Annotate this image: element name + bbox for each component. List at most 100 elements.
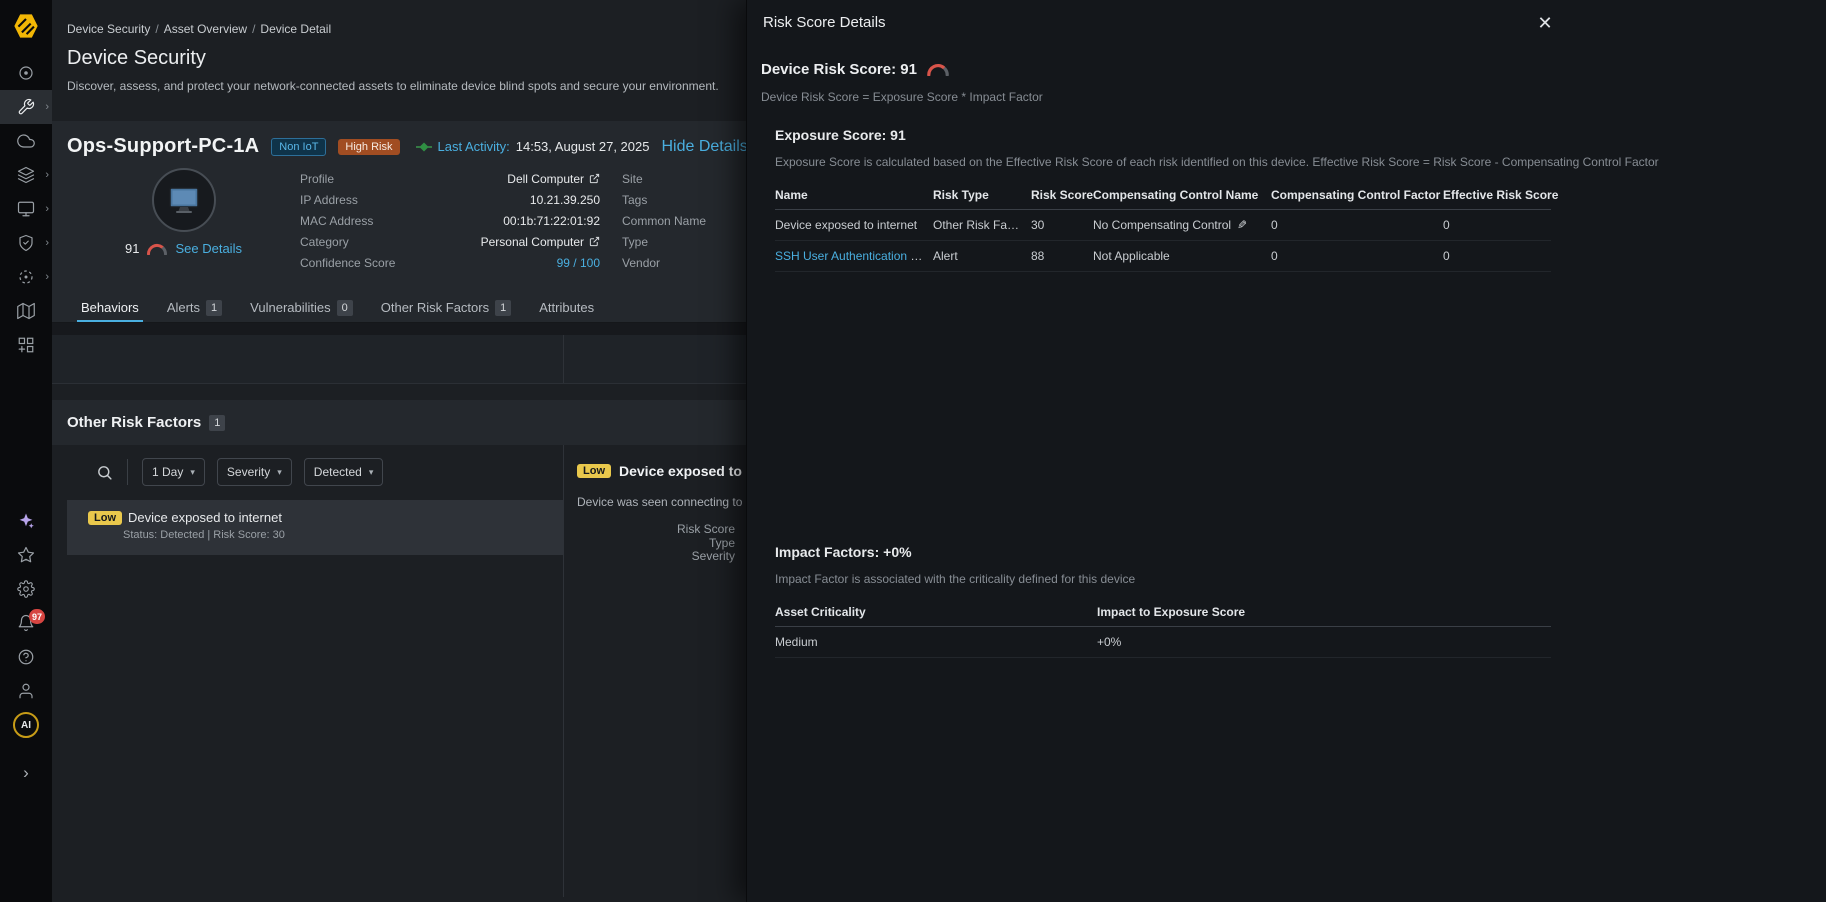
device-risk-score-row: 91 See Details — [125, 241, 242, 256]
ai-avatar: AI — [13, 712, 39, 738]
device-fields-column-1: Profile Dell Computer IP Address 10.21.3… — [300, 168, 600, 273]
risk-score-formula: Device Risk Score = Exposure Score * Imp… — [761, 90, 1812, 104]
chevron-down-icon: ▾ — [369, 467, 374, 478]
chevron-right-icon: › — [45, 237, 49, 249]
cell-control-factor: 0 — [1271, 210, 1443, 241]
device-avatar — [152, 168, 216, 232]
tab-count-badge: 0 — [337, 300, 353, 316]
exposure-score-section: Exposure Score: 91 Exposure Score is cal… — [761, 127, 1812, 272]
tab-behaviors[interactable]: Behaviors — [67, 293, 153, 322]
cell-control-factor: 0 — [1271, 241, 1443, 272]
notification-count-badge: 97 — [29, 609, 45, 624]
hide-details-link[interactable]: Hide Details — [661, 138, 747, 156]
sidebar-item-assets[interactable]: › — [0, 158, 52, 192]
see-details-link[interactable]: See Details — [175, 241, 241, 256]
time-range-dropdown[interactable]: 1 Day ▾ — [142, 458, 205, 486]
detail-label-severity: Severity — [577, 550, 735, 564]
profile-link[interactable]: Dell Computer — [507, 172, 600, 186]
cell-risk-score: 88 — [1031, 241, 1093, 272]
category-link[interactable]: Personal Computer — [481, 235, 600, 249]
shield-check-icon — [17, 234, 35, 252]
field-label: Tags — [622, 193, 647, 207]
cell-impact: +0% — [1097, 627, 1551, 658]
col-effective-risk-score: Effective Risk Score — [1443, 182, 1551, 210]
sidebar-item-ai-assistant[interactable] — [0, 504, 52, 538]
field-confidence-score: Confidence Score 99 / 100 — [300, 252, 600, 273]
cell-risk-type: Other Risk Factor — [933, 210, 1031, 241]
tab-count-badge: 1 — [206, 300, 222, 316]
cloud-icon — [17, 132, 35, 150]
risk-gauge-icon — [926, 63, 950, 76]
impact-table-row: Medium +0% — [775, 627, 1551, 658]
field-label: IP Address — [300, 193, 358, 207]
tab-vulnerabilities[interactable]: Vulnerabilities0 — [236, 293, 367, 322]
status-dropdown[interactable]: Detected ▾ — [304, 458, 384, 486]
cell-control-name: No Compensating Control✎ — [1093, 210, 1271, 241]
impact-table-header: Asset Criticality Impact to Exposure Sco… — [775, 599, 1551, 627]
breadcrumb-device-detail[interactable]: Device Detail — [260, 22, 331, 36]
alert-detail-link[interactable]: SSH User Authentication Brute... — [775, 249, 933, 263]
breadcrumb-device-security[interactable]: Device Security — [67, 22, 150, 36]
sidebar-item-device-security[interactable]: › — [0, 90, 52, 124]
field-label: Site — [622, 172, 643, 186]
col-impact-to-exposure-score: Impact to Exposure Score — [1097, 599, 1551, 627]
brand-logo-icon[interactable] — [11, 11, 41, 41]
sidebar-item-favorites[interactable] — [0, 538, 52, 572]
question-icon — [17, 648, 35, 666]
search-icon[interactable] — [96, 464, 113, 481]
field-label: Common Name — [622, 214, 706, 228]
risk-factor-status: Status: Detected | Risk Score: 30 — [123, 529, 563, 541]
risk-factor-list-item[interactable]: Low Device exposed to internet Status: D… — [67, 500, 563, 555]
impact-table: Asset Criticality Impact to Exposure Sco… — [775, 599, 1551, 658]
sidebar-nav-top: › › › — [0, 56, 52, 362]
tab-alerts[interactable]: Alerts1 — [153, 293, 236, 322]
dashed-circle-icon — [17, 268, 35, 286]
tab-other-risk-factors[interactable]: Other Risk Factors1 — [367, 293, 525, 322]
sidebar-item-cloud[interactable] — [0, 124, 52, 158]
chevron-right-icon: › — [45, 271, 49, 283]
sidebar-item-help[interactable] — [0, 640, 52, 674]
edit-icon[interactable]: ✎ — [1237, 218, 1247, 232]
field-label: Profile — [300, 172, 334, 186]
sidebar-item-ai-profile[interactable]: AI — [0, 708, 52, 742]
detail-label-risk-score: Risk Score — [577, 523, 735, 537]
impact-factors-section: Impact Factors: +0% Impact Factor is ass… — [761, 544, 1812, 658]
close-icon[interactable]: ✕ — [1533, 11, 1557, 35]
chevron-down-icon: ▾ — [277, 467, 282, 478]
external-link-icon — [589, 173, 600, 184]
field-value: 00:1b:71:22:01:92 — [503, 214, 600, 228]
col-risk-type: Risk Type — [933, 182, 1031, 210]
sidebar-item-settings[interactable] — [0, 572, 52, 606]
tab-attributes[interactable]: Attributes — [525, 293, 608, 322]
sidebar-item-map[interactable] — [0, 294, 52, 328]
severity-badge: Low — [577, 464, 611, 478]
cell-name: SSH User Authentication Brute... — [775, 241, 933, 272]
field-ip-address: IP Address 10.21.39.250 — [300, 189, 600, 210]
breadcrumb-asset-overview[interactable]: Asset Overview — [164, 22, 247, 36]
section-count-badge: 1 — [209, 415, 225, 431]
monitor-icon — [17, 200, 35, 218]
severity-dropdown[interactable]: Severity ▾ — [217, 458, 292, 486]
sidebar-item-user[interactable] — [0, 674, 52, 708]
cell-risk-type: Alert — [933, 241, 1031, 272]
chevron-right-icon: › — [45, 169, 49, 181]
sidebar-item-discover[interactable] — [0, 56, 52, 90]
field-label: Category — [300, 235, 349, 249]
computer-icon — [165, 185, 203, 215]
sidebar-item-devices[interactable]: › — [0, 192, 52, 226]
field-category: Category Personal Computer — [300, 231, 600, 252]
device-avatar-block: 91 See Details — [67, 168, 300, 273]
sidebar-item-notifications[interactable]: 97 — [0, 606, 52, 640]
device-name: Ops-Support-PC-1A — [67, 135, 259, 158]
sidebar-expand-button[interactable]: › — [0, 756, 52, 790]
cell-effective-score: 0 — [1443, 241, 1551, 272]
sidebar-item-integrations[interactable]: › — [0, 260, 52, 294]
list-detail-divider — [563, 445, 564, 897]
impact-factors-description: Impact Factor is associated with the cri… — [775, 572, 1812, 586]
detail-label-type: Type — [577, 537, 735, 551]
chevron-right-icon: › — [23, 763, 29, 783]
breadcrumb-separator: / — [252, 22, 255, 36]
sidebar-item-apps[interactable] — [0, 328, 52, 362]
panel-divider — [563, 335, 564, 383]
sidebar-item-security-posture[interactable]: › — [0, 226, 52, 260]
